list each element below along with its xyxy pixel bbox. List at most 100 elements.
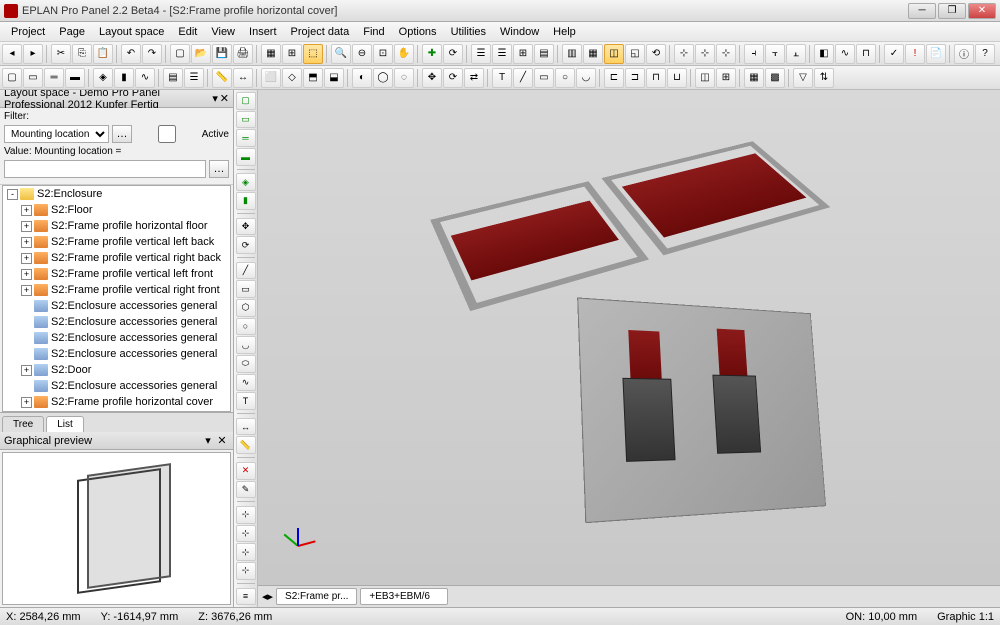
vt1-text-icon[interactable]: T — [236, 392, 256, 410]
vt1-layer-icon[interactable]: ≡ — [236, 588, 256, 606]
vt1-poly-icon[interactable]: ⬡ — [236, 299, 256, 317]
tree-item[interactable]: +S2:Frame profile horizontal cover — [3, 394, 230, 410]
tab-nav-icon[interactable]: ◂▸ — [262, 590, 273, 603]
menu-options[interactable]: Options — [392, 24, 444, 40]
panel-dropdown-icon[interactable]: ▾ — [211, 92, 220, 106]
tb2-s2-icon[interactable]: ⊞ — [716, 68, 736, 88]
preview-canvas[interactable] — [2, 452, 231, 605]
tree-item[interactable]: S2:Enclosure accessories general — [3, 314, 230, 330]
tb2-rail-icon[interactable]: ═ — [44, 68, 64, 88]
tb-layout1-icon[interactable]: ▥ — [562, 44, 582, 64]
tb2-hidden-icon[interactable]: ◌ — [394, 68, 414, 88]
tree-item[interactable]: S2:Enclosure accessories general — [3, 298, 230, 314]
value-input[interactable] — [4, 160, 206, 178]
vt1-rail-icon[interactable]: ═ — [236, 129, 256, 147]
tb-check-icon[interactable]: ✓ — [884, 44, 904, 64]
vt1-measure-icon[interactable]: 📏 — [236, 436, 256, 454]
menu-layout-space[interactable]: Layout space — [92, 24, 171, 40]
tb-snap2-icon[interactable]: ⊹ — [695, 44, 715, 64]
tb2-move-icon[interactable]: ✥ — [422, 68, 442, 88]
tree-expand-icon[interactable]: + — [21, 397, 32, 408]
menu-help[interactable]: Help — [546, 24, 583, 40]
tb2-front-icon[interactable]: ⬜ — [261, 68, 281, 88]
tb-list2-icon[interactable]: ☰ — [492, 44, 512, 64]
vt1-dim-icon[interactable]: ↔ — [236, 418, 256, 436]
tree-item[interactable]: +S2:Floor — [3, 202, 230, 218]
tb2-circle-icon[interactable]: ○ — [555, 68, 575, 88]
tree-expand-icon[interactable]: - — [7, 189, 18, 200]
tb-save-icon[interactable]: 💾 — [212, 44, 232, 64]
tb-help-icon[interactable]: ? — [975, 44, 995, 64]
tb-align1-icon[interactable]: ⫞ — [744, 44, 764, 64]
tb-pan-icon[interactable]: ✋ — [394, 44, 414, 64]
tree-item[interactable]: +S2:Frame profile vertical right back — [3, 250, 230, 266]
tb-next-icon[interactable]: ▸ — [23, 44, 43, 64]
tb-list1-icon[interactable]: ☰ — [471, 44, 491, 64]
tree-item[interactable]: +S2:Door — [3, 362, 230, 378]
tree-expand-icon[interactable]: + — [21, 365, 32, 376]
tb2-s1-icon[interactable]: ◫ — [695, 68, 715, 88]
tb2-plate-icon[interactable]: ▭ — [23, 68, 43, 88]
panel-close-icon[interactable]: ✕ — [220, 92, 229, 106]
vt1-delete-icon[interactable]: ✕ — [236, 462, 256, 480]
tb2-filter-icon[interactable]: ▽ — [793, 68, 813, 88]
tb2-side-icon[interactable]: ⬓ — [324, 68, 344, 88]
value-browse-button[interactable]: … — [209, 160, 229, 178]
tb2-cable-icon[interactable]: ∿ — [135, 68, 155, 88]
tb2-busbar-icon[interactable]: ▮ — [114, 68, 134, 88]
tb-paste-icon[interactable]: 📋 — [93, 44, 113, 64]
tb2-c1-icon[interactable]: ▦ — [744, 68, 764, 88]
vt1-move-icon[interactable]: ✥ — [236, 218, 256, 236]
vt1-snap3-icon[interactable]: ⊹ — [236, 543, 256, 561]
viewport-tab-1[interactable]: S2:Frame pr... — [276, 588, 357, 605]
tb-window-icon[interactable]: ⊞ — [282, 44, 302, 64]
tb-component-icon[interactable]: ◧ — [814, 44, 834, 64]
tab-list[interactable]: List — [46, 416, 84, 432]
preview-dropdown-icon[interactable]: ▾ — [201, 434, 215, 448]
layout-tree[interactable]: -S2:Enclosure+S2:Floor +S2:Frame profile … — [2, 185, 231, 412]
viewport-tab-2[interactable] — [360, 588, 448, 605]
tb2-wire-icon[interactable]: ◯ — [373, 68, 393, 88]
tree-expand-icon[interactable]: + — [21, 237, 32, 248]
tb-snap3-icon[interactable]: ⊹ — [716, 44, 736, 64]
menu-project-data[interactable]: Project data — [284, 24, 357, 40]
tb2-arc-icon[interactable]: ◡ — [576, 68, 596, 88]
tree-item[interactable]: -S2:Enclosure — [3, 186, 230, 202]
tb2-a4-icon[interactable]: ⊔ — [667, 68, 687, 88]
tb2-text-icon[interactable]: T — [492, 68, 512, 88]
tb-zoom-in-icon[interactable]: 🔍 — [331, 44, 351, 64]
tb-prev-icon[interactable]: ◂ — [2, 44, 22, 64]
tb-zoom-fit-icon[interactable]: ⊡ — [373, 44, 393, 64]
tb-rotate-icon[interactable]: ⟲ — [646, 44, 666, 64]
menu-insert[interactable]: Insert — [242, 24, 284, 40]
menu-window[interactable]: Window — [493, 24, 546, 40]
vt1-device-icon[interactable]: ◈ — [236, 173, 256, 191]
tree-item[interactable]: +S2:Frame profile vertical left back — [3, 234, 230, 250]
vt1-enclosure-icon[interactable]: ▢ — [236, 92, 256, 110]
tb-info-icon[interactable]: ⓘ — [954, 44, 974, 64]
preview-close-icon[interactable]: ✕ — [215, 434, 229, 448]
tree-item[interactable]: S2:Enclosure accessories general — [3, 378, 230, 394]
menu-edit[interactable]: Edit — [171, 24, 204, 40]
vt1-snap1-icon[interactable]: ⊹ — [236, 506, 256, 524]
tb-layout2-icon[interactable]: ▦ — [583, 44, 603, 64]
vt1-ellipse-icon[interactable]: ⬭ — [236, 355, 256, 373]
tb2-enclosure-icon[interactable]: ▢ — [2, 68, 22, 88]
tb2-rotate-icon[interactable]: ⟳ — [443, 68, 463, 88]
tb-report-icon[interactable]: 📄 — [926, 44, 946, 64]
vt1-snap2-icon[interactable]: ⊹ — [236, 525, 256, 543]
tb2-duct-icon[interactable]: ▬ — [65, 68, 85, 88]
tb-copy-icon[interactable]: ⎘ — [72, 44, 92, 64]
tb-cut-icon[interactable]: ✂ — [51, 44, 71, 64]
vt1-circle-icon[interactable]: ○ — [236, 318, 256, 336]
tb2-a2-icon[interactable]: ⊐ — [625, 68, 645, 88]
tb2-line-icon[interactable]: ╱ — [513, 68, 533, 88]
tb-grid-icon[interactable]: ▦ — [261, 44, 281, 64]
tree-item[interactable]: +S2:Frame profile vertical left front — [3, 266, 230, 282]
menu-find[interactable]: Find — [356, 24, 391, 40]
vt1-busbar-icon[interactable]: ▮ — [236, 192, 256, 210]
tb-new-icon[interactable]: ▢ — [170, 44, 190, 64]
tb2-nav-icon[interactable]: ▤ — [163, 68, 183, 88]
tb-layout3-icon[interactable]: ◫ — [604, 44, 624, 64]
tb2-sort-icon[interactable]: ⇅ — [814, 68, 834, 88]
